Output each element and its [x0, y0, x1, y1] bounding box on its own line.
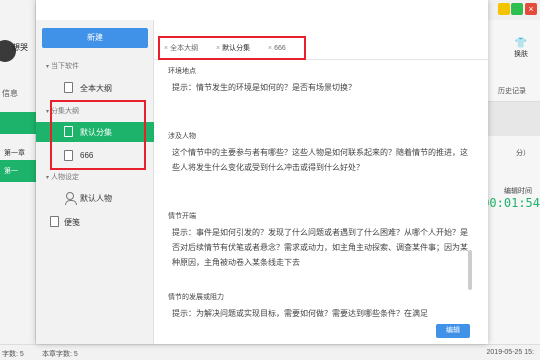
background-app-left: 想哭 信息 第一章 第一	[0, 0, 36, 360]
section-title: 情节的发展或阻力	[168, 294, 224, 301]
history-label: 历史记录	[498, 88, 526, 95]
person-icon	[65, 192, 77, 205]
status-chapter-words: 本章字数: 5	[42, 351, 78, 358]
tab-bar: × 全本大纲 × 默认分集 × 666	[154, 20, 488, 60]
section-title: 情节开端	[168, 213, 196, 220]
section-body[interactable]: 提示：情节发生的环境是如何的？是否有场景切换？	[172, 80, 468, 95]
tree-item-outline[interactable]: 全本大纲	[36, 78, 154, 98]
section-current[interactable]: ▾ 当下软件	[46, 61, 79, 71]
shirt-icon: 👕	[514, 38, 528, 49]
new-button[interactable]: 新建	[42, 28, 148, 48]
status-total-words: 字数: 5	[2, 351, 24, 358]
section-current-label: 当下软件	[51, 63, 80, 70]
chapter-active-label: 第一	[4, 168, 18, 175]
status-datetime: 2019-05-25 15:	[486, 349, 534, 356]
outline-dialog: 新建 ▾ 当下软件 全本大纲 ▾ 分集大纲 默认分集 666 ▾ 人物设定 默认人物	[36, 0, 488, 344]
section-body[interactable]: 提示：事件是如何引发的？发现了什么问题或者遇到了什么困难？从哪个人开始？是否对后…	[172, 225, 468, 270]
note-icon	[50, 216, 59, 227]
user-name: 想哭	[12, 43, 28, 52]
minimize-button[interactable]	[498, 3, 510, 15]
section-body[interactable]: 提示：为解决问题或实现目标，需要如何做？需要达到哪些条件？在满足	[172, 306, 468, 321]
highlight-box	[158, 36, 306, 60]
outline-content[interactable]: 环境地点 提示：情节发生的环境是如何的？是否有场景切换？ 涉及人物 这个情节中的…	[154, 60, 476, 322]
background-app-right: × 👕 换肤 历史记录 分） 编辑时间 00:01:54	[482, 0, 540, 344]
tree-item-outline-label: 全本大纲	[80, 84, 112, 93]
tree-item-default-character-label: 默认人物	[80, 194, 112, 203]
scrollbar[interactable]	[468, 250, 472, 290]
highlight-box	[50, 100, 146, 170]
edit-timer: 00:01:54	[482, 196, 540, 210]
history-panel	[484, 102, 540, 136]
chevron-down-icon: ▾	[46, 64, 50, 70]
section-characters[interactable]: ▾ 人物设定	[46, 172, 79, 182]
outline-sidebar: 新建 ▾ 当下软件 全本大纲 ▾ 分集大纲 默认分集 666 ▾ 人物设定 默认人物	[36, 20, 154, 344]
tree-item-notes[interactable]: 便笺	[36, 212, 154, 232]
info-label[interactable]: 信息	[2, 88, 18, 99]
chevron-down-icon: ▾	[46, 109, 50, 115]
outline-main: × 全本大纲 × 默认分集 × 666 环境地点 提示：情节发生的环境是如何的？是否有…	[154, 20, 488, 344]
close-button[interactable]: ×	[525, 3, 537, 15]
section-title: 环境地点	[168, 68, 196, 75]
edit-button[interactable]: 编辑	[436, 324, 470, 338]
minutes-label: 分）	[516, 150, 530, 157]
chevron-down-icon: ▾	[46, 175, 50, 181]
window-controls: ×	[484, 0, 540, 20]
tree-item-default-character[interactable]: 默认人物	[36, 188, 154, 208]
swap-label: 换肤	[514, 51, 528, 58]
section-title: 涉及人物	[168, 133, 196, 140]
document-icon	[64, 82, 73, 93]
section-characters-label: 人物设定	[51, 174, 80, 181]
background-green-bar	[0, 112, 36, 134]
tree-item-notes-label: 便笺	[64, 218, 80, 227]
edit-time-label: 编辑时间	[504, 188, 532, 195]
section-body[interactable]: 这个情节中的主要参与者有哪些？这些人物是如何联系起来的？随着情节的推进，这些人将…	[172, 145, 468, 175]
chapter-item[interactable]: 第一章	[4, 148, 25, 158]
chapter-item-active[interactable]: 第一	[0, 160, 36, 182]
swap-skin-button[interactable]: 👕 换肤	[514, 38, 528, 59]
history-tab[interactable]: 历史记录	[484, 80, 540, 102]
maximize-button[interactable]	[511, 3, 523, 15]
status-bar: 字数: 5 本章字数: 5 2019-05-25 15:	[0, 344, 540, 360]
